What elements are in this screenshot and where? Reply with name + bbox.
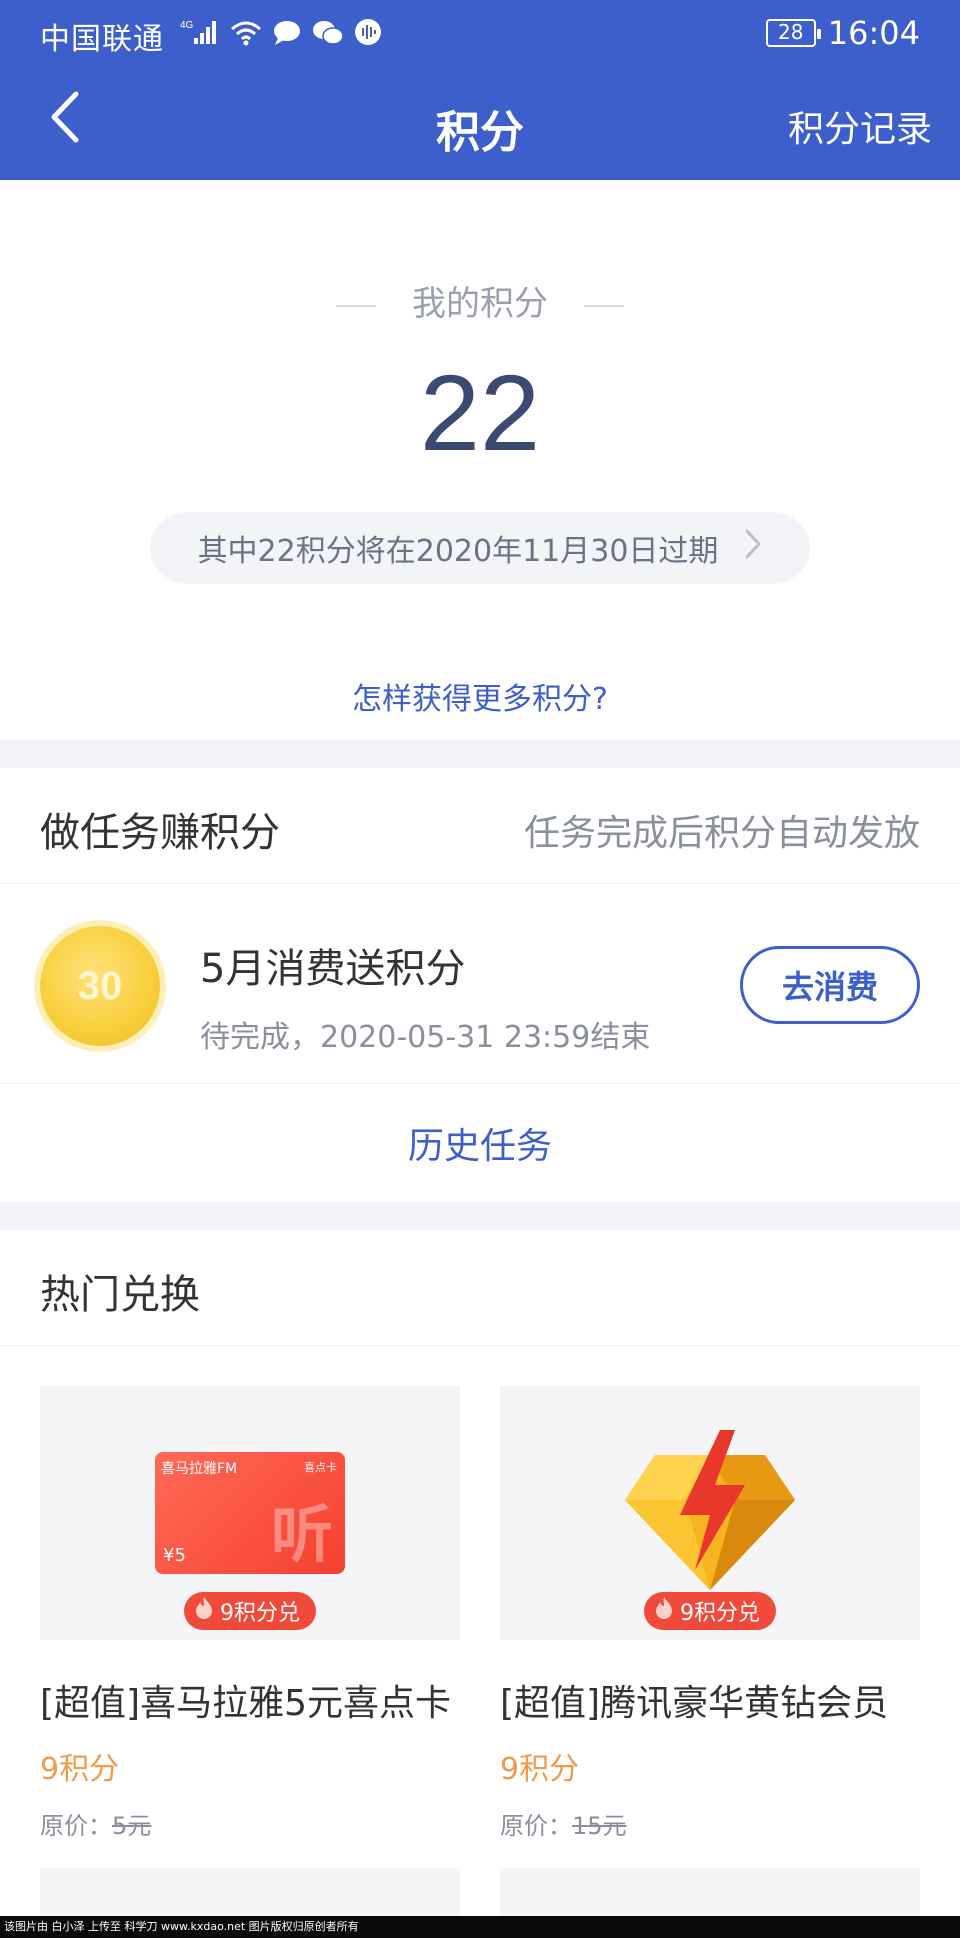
original-price: 原价：5元 (40, 1806, 460, 1841)
badge-label: 9积分兑 (680, 1601, 760, 1626)
card-value: ¥5 (163, 1545, 186, 1566)
tasks-header: 做任务赚积分 任务完成后积分自动发放 (0, 768, 960, 884)
nav-bar: 积分 积分记录 (0, 64, 960, 180)
product-card[interactable]: 9积分兑 [超值]腾讯豪华黄钻会员 9积分 原价：15元 (500, 1386, 920, 1841)
section-divider (0, 1202, 960, 1230)
status-icons: 4G (180, 18, 382, 54)
card-brand: 喜马拉雅FM (161, 1461, 238, 1477)
original-price: 原价：15元 (500, 1806, 920, 1841)
coin-icon: 30 (40, 926, 160, 1046)
original-price-label: 原价： (40, 1812, 112, 1840)
product-card[interactable]: 喜马拉雅FM 喜点卡 听 ¥5 9积分兑 [超值]喜马拉雅5元喜点卡 9积分 原… (40, 1386, 460, 1841)
product-price: 9积分 (40, 1752, 120, 1787)
fire-icon (194, 1596, 214, 1626)
clock: 16:04 (827, 14, 920, 52)
status-bar: 中国联通 4G 28 16:04 (0, 0, 960, 64)
my-points-heading: 我的积分 (0, 276, 960, 325)
expire-notice-text: 其中22积分将在2020年11月30日过期 (197, 534, 719, 569)
product-image: 喜马拉雅FM 喜点卡 听 ¥5 9积分兑 (40, 1386, 460, 1640)
history-tasks-link[interactable]: 历史任务 (0, 1084, 960, 1202)
watermark-footer: 该图片由 白小泽 上传至 科学刀 www.kxdao.net 图片版权归原创者所… (0, 1916, 960, 1938)
hot-exchange-header: 热门兑换 (0, 1230, 960, 1346)
my-points-section: 我的积分 22 其中22积分将在2020年11月30日过期 怎样获得更多积分? (0, 180, 960, 740)
product-image: 9积分兑 (500, 1386, 920, 1640)
task-title: 5月消费送积分 (200, 946, 466, 992)
carrier-name: 中国联通 (40, 22, 164, 57)
expire-notice[interactable]: 其中22积分将在2020年11月30日过期 (150, 512, 810, 584)
task-item: 30 5月消费送积分 待完成，2020-05-31 23:59结束 去消费 (0, 884, 960, 1084)
ximalaya-card-image: 喜马拉雅FM 喜点卡 听 ¥5 (155, 1452, 345, 1574)
badge-label: 9积分兑 (220, 1601, 300, 1626)
yellow-diamond-icon (625, 1430, 795, 1594)
divider-line (336, 304, 376, 307)
network-type: 4G (180, 20, 194, 31)
audio-icon (354, 18, 382, 54)
original-price-value: 5元 (112, 1812, 152, 1840)
my-points-label: 我的积分 (412, 284, 548, 324)
points-record-link[interactable]: 积分记录 (788, 100, 932, 152)
tasks-title: 做任务赚积分 (40, 810, 280, 856)
fire-icon (654, 1596, 674, 1626)
chevron-right-icon (744, 528, 762, 568)
divider-line (584, 304, 624, 307)
coin-value: 30 (77, 963, 123, 1008)
points-exchange-badge: 9积分兑 (184, 1592, 316, 1630)
section-divider (0, 740, 960, 768)
status-left: 中国联通 4G (40, 14, 382, 58)
battery-icon: 28 (765, 19, 821, 47)
status-right: 28 16:04 (765, 14, 920, 52)
product-name: [超值]腾讯豪华黄钻会员 (500, 1683, 889, 1724)
wifi-icon (230, 19, 262, 54)
product-price: 9积分 (500, 1752, 580, 1787)
message-icon (272, 19, 302, 54)
signal-icon: 4G (180, 18, 220, 54)
original-price-label: 原价： (500, 1812, 572, 1840)
card-glyph: 听 (270, 1498, 333, 1571)
hot-exchange-title: 热门兑换 (40, 1272, 200, 1318)
points-value: 22 (419, 352, 541, 473)
task-status: 待完成，2020-05-31 23:59结束 (200, 1020, 651, 1055)
card-tag: 喜点卡 (304, 1461, 337, 1474)
how-to-earn-link[interactable]: 怎样获得更多积分? (0, 674, 960, 718)
original-price-value: 15元 (572, 1812, 627, 1840)
tasks-subtitle: 任务完成后积分自动发放 (523, 813, 920, 854)
points-exchange-badge: 9积分兑 (644, 1592, 776, 1630)
go-spend-button[interactable]: 去消费 (740, 946, 920, 1024)
top-bar: 中国联通 4G 28 16:04 积分 积分记录 (0, 0, 960, 180)
product-name: [超值]喜马拉雅5元喜点卡 (40, 1683, 451, 1724)
wechat-icon (312, 19, 344, 54)
